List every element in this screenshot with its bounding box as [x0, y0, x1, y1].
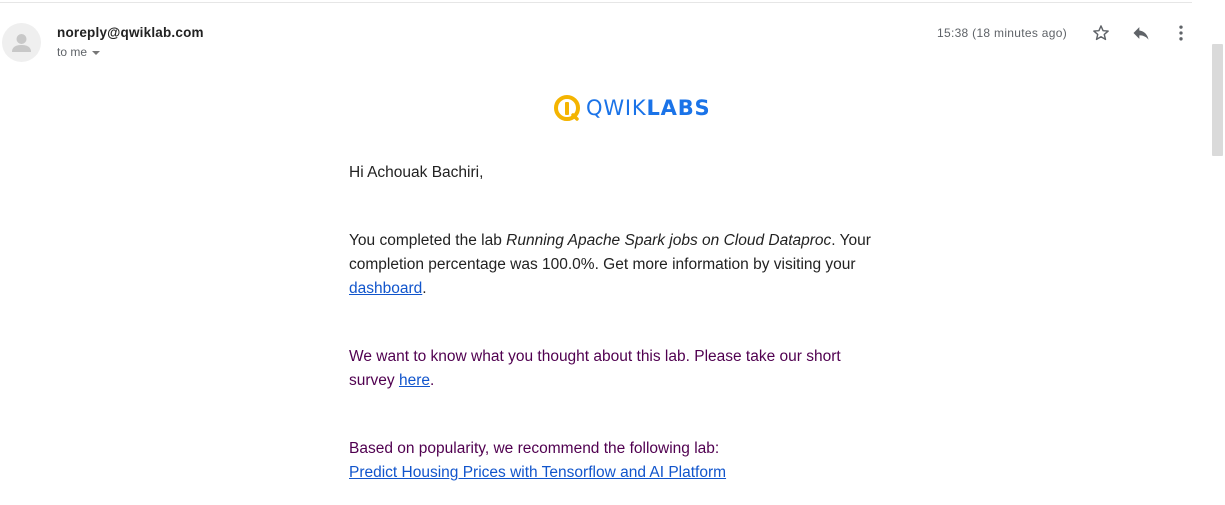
logo-text: QWIKLABS — [586, 96, 710, 120]
recipient-toggle[interactable]: to me — [57, 45, 101, 59]
logo-text-light: QWIK — [586, 96, 647, 120]
recommended-lab-link[interactable]: Predict Housing Prices with Tensorflow a… — [349, 464, 726, 481]
recommendation-paragraph: Based on popularity, we recommend the fo… — [349, 437, 889, 485]
lab-name: Running Apache Spark jobs on Cloud Datap… — [506, 232, 832, 249]
divider — [0, 2, 1192, 3]
star-button[interactable] — [1088, 20, 1114, 46]
completion-paragraph: You completed the lab Running Apache Spa… — [349, 229, 889, 301]
qwiklabs-logo: QWIKLABS — [553, 94, 710, 122]
recipient-label: to me — [57, 45, 88, 59]
survey-suffix: . — [430, 372, 435, 389]
message-timestamp: 15:38 (18 minutes ago) — [937, 26, 1068, 40]
star-icon — [1093, 25, 1109, 41]
more-options-button[interactable] — [1168, 20, 1194, 46]
scrollbar-thumb[interactable] — [1212, 44, 1223, 156]
survey-link[interactable]: here — [399, 372, 430, 389]
completion-suffix: . — [422, 280, 427, 297]
qwiklabs-logo-icon — [554, 95, 580, 121]
survey-paragraph: We want to know what you thought about t… — [349, 345, 889, 393]
reply-icon — [1133, 27, 1149, 40]
greeting-text: Hi Achouak Bachiri, — [349, 164, 484, 181]
dashboard-link[interactable]: dashboard — [349, 280, 422, 297]
email-view: noreply@qwiklab.com to me 15:38 (18 minu… — [0, 0, 1225, 505]
sender-address[interactable]: noreply@qwiklab.com — [57, 25, 204, 40]
logo-text-bold: LABS — [646, 96, 711, 120]
more-vert-icon — [1179, 25, 1183, 41]
avatar-icon[interactable] — [2, 23, 41, 62]
reply-button[interactable] — [1128, 20, 1154, 46]
recommendation-text: Based on popularity, we recommend the fo… — [349, 440, 720, 457]
chevron-down-icon — [92, 51, 101, 55]
completion-prefix: You completed the lab — [349, 232, 507, 249]
